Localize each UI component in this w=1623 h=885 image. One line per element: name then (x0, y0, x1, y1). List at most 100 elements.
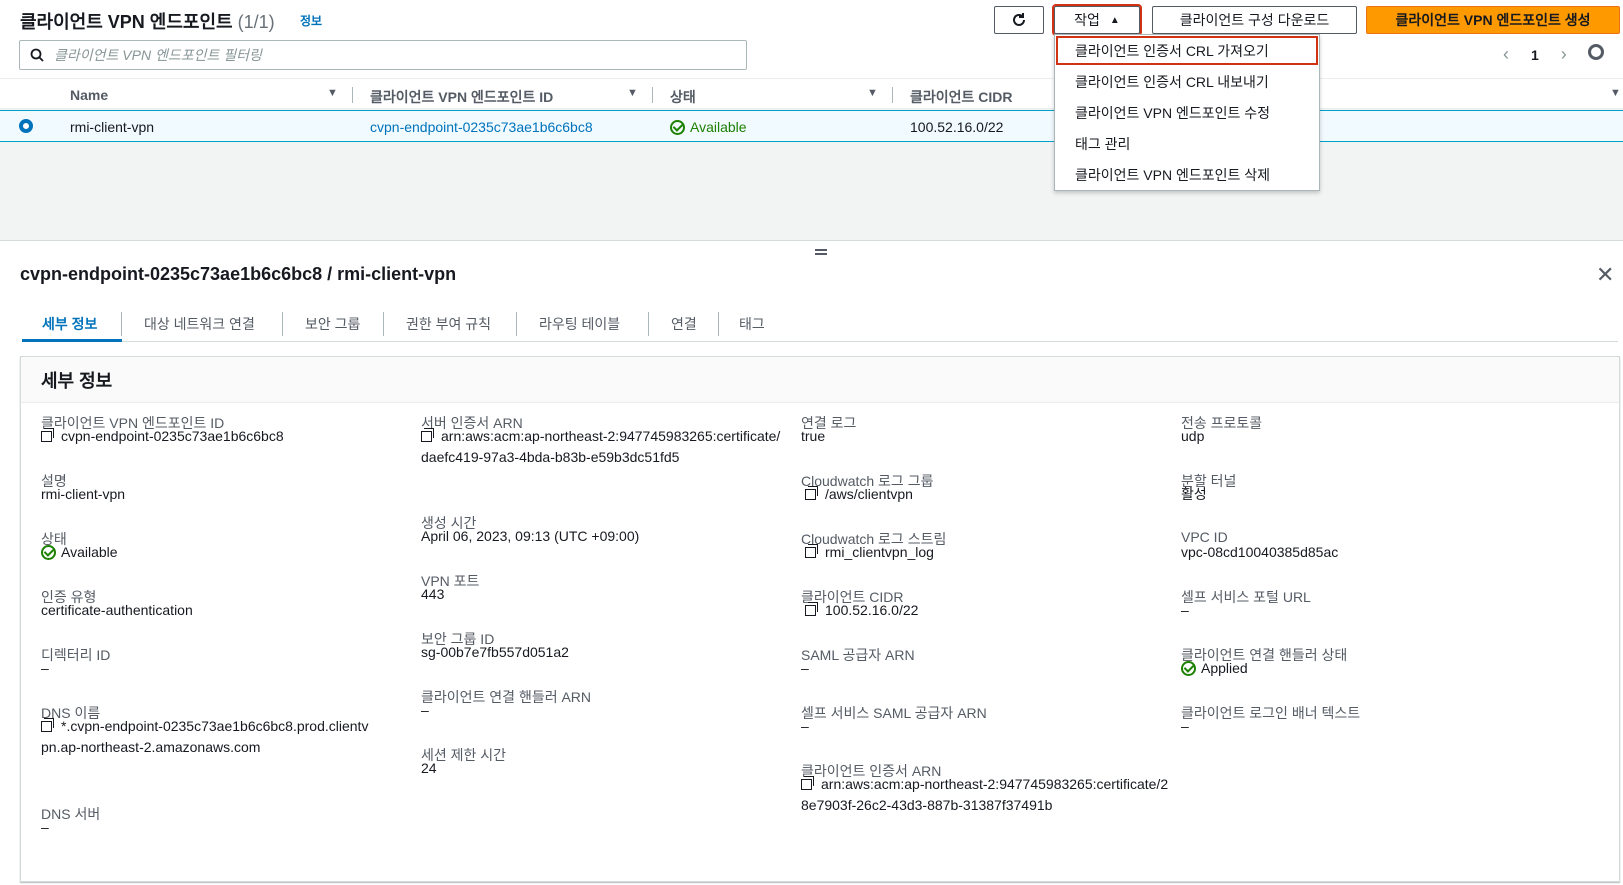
value-vpn-port: 443 (421, 586, 445, 602)
tab-details[interactable]: 세부 정보 (42, 314, 97, 334)
success-check-icon (1181, 661, 1196, 676)
value-directory-id: – (41, 660, 49, 676)
info-link[interactable]: 정보 (300, 12, 322, 29)
value-saml-provider-arn: – (801, 660, 809, 676)
value-client-cert-arn-text: arn:aws:acm:ap-northeast-2:947745983265:… (801, 776, 1169, 813)
value-connect-handler-status-text: Applied (1201, 660, 1248, 676)
prev-page-icon[interactable]: ‹ (1503, 44, 1509, 65)
value-creation-time: April 06, 2023, 09:13 (UTC +09:00) (421, 528, 640, 544)
column-header-status[interactable]: 상태 (670, 87, 696, 107)
column-header-name[interactable]: Name (70, 87, 108, 103)
label-saml-provider-arn: SAML 공급자 ARN (801, 647, 915, 663)
value-dns-server: – (41, 819, 49, 835)
tab-connections[interactable]: 연결 (671, 314, 697, 334)
value-auth-type: certificate-authentication (41, 602, 193, 618)
download-config-button[interactable]: 클라이언트 구성 다운로드 (1152, 6, 1357, 34)
sort-caret-icon[interactable]: ▼ (1610, 87, 1621, 99)
label-self-service-saml-arn: 셀프 서비스 SAML 공급자 ARN (801, 705, 987, 721)
copy-icon[interactable] (805, 602, 818, 616)
close-icon[interactable]: ✕ (1596, 262, 1614, 288)
row-status: Available (670, 119, 747, 135)
copy-icon[interactable] (41, 428, 54, 442)
value-dns-name: *.cvpn-endpoint-0235c73ae1b6c6bc8.prod.c… (41, 716, 371, 758)
value-session-timeout: 24 (421, 760, 437, 776)
menu-item-export-crl[interactable]: 클라이언트 인증서 CRL 내보내기 (1075, 72, 1269, 92)
table-header: Name ▼ 클라이언트 VPN 엔드포인트 ID ▼ 상태 ▼ 클라이언트 C… (0, 79, 1623, 109)
sort-caret-icon[interactable]: ▼ (327, 87, 338, 99)
tab-tags[interactable]: 태그 (739, 314, 765, 334)
tab-separator (121, 312, 122, 336)
value-description: rmi-client-vpn (41, 486, 126, 502)
label-self-service-portal-url: 셀프 서비스 포털 URL (1181, 589, 1311, 605)
label-dns-server: DNS 서버 (41, 806, 101, 822)
copy-icon[interactable] (801, 776, 814, 790)
create-endpoint-button[interactable]: 클라이언트 VPN 엔드포인트 생성 (1366, 6, 1620, 34)
value-cloudwatch-log-stream-text: rmi_clientvpn_log (825, 544, 934, 560)
value-client-cidr: 100.52.16.0/22 (805, 600, 918, 621)
tab-separator (516, 312, 517, 336)
column-separator (892, 87, 893, 103)
menu-item-manage-tags[interactable]: 태그 관리 (1075, 134, 1130, 154)
value-transport-protocol: udp (1181, 428, 1205, 444)
refresh-button[interactable] (994, 6, 1044, 34)
tab-target-network[interactable]: 대상 네트워크 연결 (144, 314, 255, 334)
value-client-cert-arn: arn:aws:acm:ap-northeast-2:947745983265:… (801, 774, 1171, 816)
tab-route-table[interactable]: 라우팅 테이블 (539, 314, 620, 334)
details-heading: 세부 정보 (41, 371, 113, 391)
column-header-cidr[interactable]: 클라이언트 CIDR (910, 87, 1013, 107)
row-radio-selected[interactable] (19, 119, 33, 133)
tab-separator (718, 312, 719, 336)
value-cloudwatch-log-stream: rmi_clientvpn_log (805, 542, 934, 563)
table-row[interactable]: rmi-client-vpn cvpn-endpoint-0235c73ae1b… (0, 110, 1623, 142)
value-server-cert-arn-text: arn:aws:acm:ap-northeast-2:947745983265:… (421, 428, 781, 465)
filter-search[interactable]: 클라이언트 VPN 엔드포인트 필터링 (19, 40, 747, 70)
card-header: 세부 정보 (21, 357, 1619, 403)
menu-item-delete-endpoint[interactable]: 클라이언트 VPN 엔드포인트 삭제 (1075, 165, 1270, 185)
refresh-icon (1013, 13, 1025, 26)
column-separator (352, 87, 353, 103)
endpoint-count: (1/1) (237, 12, 275, 32)
resize-handle-icon[interactable] (815, 249, 827, 255)
label-connect-handler-arn: 클라이언트 연결 핸들러 ARN (421, 689, 592, 705)
value-state: Available (41, 542, 118, 563)
value-vpc-id-link[interactable]: vpc-08cd10040385d85ac (1181, 542, 1338, 563)
pagination: ‹ 1 › (1503, 44, 1567, 65)
value-connect-handler-arn: – (421, 702, 429, 718)
copy-icon[interactable] (805, 486, 818, 500)
value-cloudwatch-log-group: /aws/clientvpn (805, 484, 913, 505)
value-self-service-portal-url: – (1181, 602, 1189, 618)
search-placeholder: 클라이언트 VPN 엔드포인트 필터링 (54, 47, 262, 63)
row-cidr: 100.52.16.0/22 (910, 119, 1004, 135)
menu-item-import-crl[interactable]: 클라이언트 인증서 CRL 가져오기 (1075, 41, 1269, 61)
value-security-group-link[interactable]: sg-00b7e7fb557d051a2 (421, 642, 569, 663)
tab-separator (383, 312, 384, 336)
value-state-text: Available (61, 544, 118, 560)
copy-icon[interactable] (41, 718, 54, 732)
actions-button[interactable]: 작업 ▲ (1052, 4, 1142, 36)
tab-security-groups[interactable]: 보안 그룹 (305, 314, 360, 334)
next-page-icon[interactable]: › (1561, 44, 1567, 65)
value-login-banner: – (1181, 718, 1189, 734)
success-check-icon (41, 545, 56, 560)
details-card: 세부 정보 클라이언트 VPN 엔드포인트 ID cvpn-endpoint-0… (20, 356, 1620, 882)
gear-icon[interactable] (1588, 44, 1604, 60)
row-status-text: Available (690, 119, 747, 135)
value-endpoint-id-text: cvpn-endpoint-0235c73ae1b6c6bc8 (61, 428, 284, 444)
row-endpoint-id-link[interactable]: cvpn-endpoint-0235c73ae1b6c6bc8 (370, 119, 593, 135)
detail-tabs: 세부 정보 대상 네트워크 연결 보안 그룹 권한 부여 규칙 라우팅 테이블 … (22, 312, 1618, 342)
sort-caret-icon[interactable]: ▼ (867, 87, 878, 99)
value-connection-log: true (801, 428, 826, 444)
tab-authorization-rules[interactable]: 권한 부여 규칙 (406, 314, 491, 334)
split-divider (0, 240, 1623, 241)
copy-icon[interactable] (805, 544, 818, 558)
actions-button-label: 작업 (1074, 12, 1100, 28)
value-self-service-saml-arn: – (801, 718, 809, 734)
sort-caret-icon[interactable]: ▼ (627, 87, 638, 99)
panel-title: cvpn-endpoint-0235c73ae1b6c6bc8 / rmi-cl… (20, 264, 457, 284)
page-number[interactable]: 1 (1531, 47, 1539, 63)
success-check-icon (670, 120, 685, 135)
menu-item-modify-endpoint[interactable]: 클라이언트 VPN 엔드포인트 수정 (1075, 103, 1270, 123)
value-client-cidr-text: 100.52.16.0/22 (825, 602, 919, 618)
column-header-id[interactable]: 클라이언트 VPN 엔드포인트 ID (370, 87, 553, 107)
copy-icon[interactable] (421, 428, 434, 442)
